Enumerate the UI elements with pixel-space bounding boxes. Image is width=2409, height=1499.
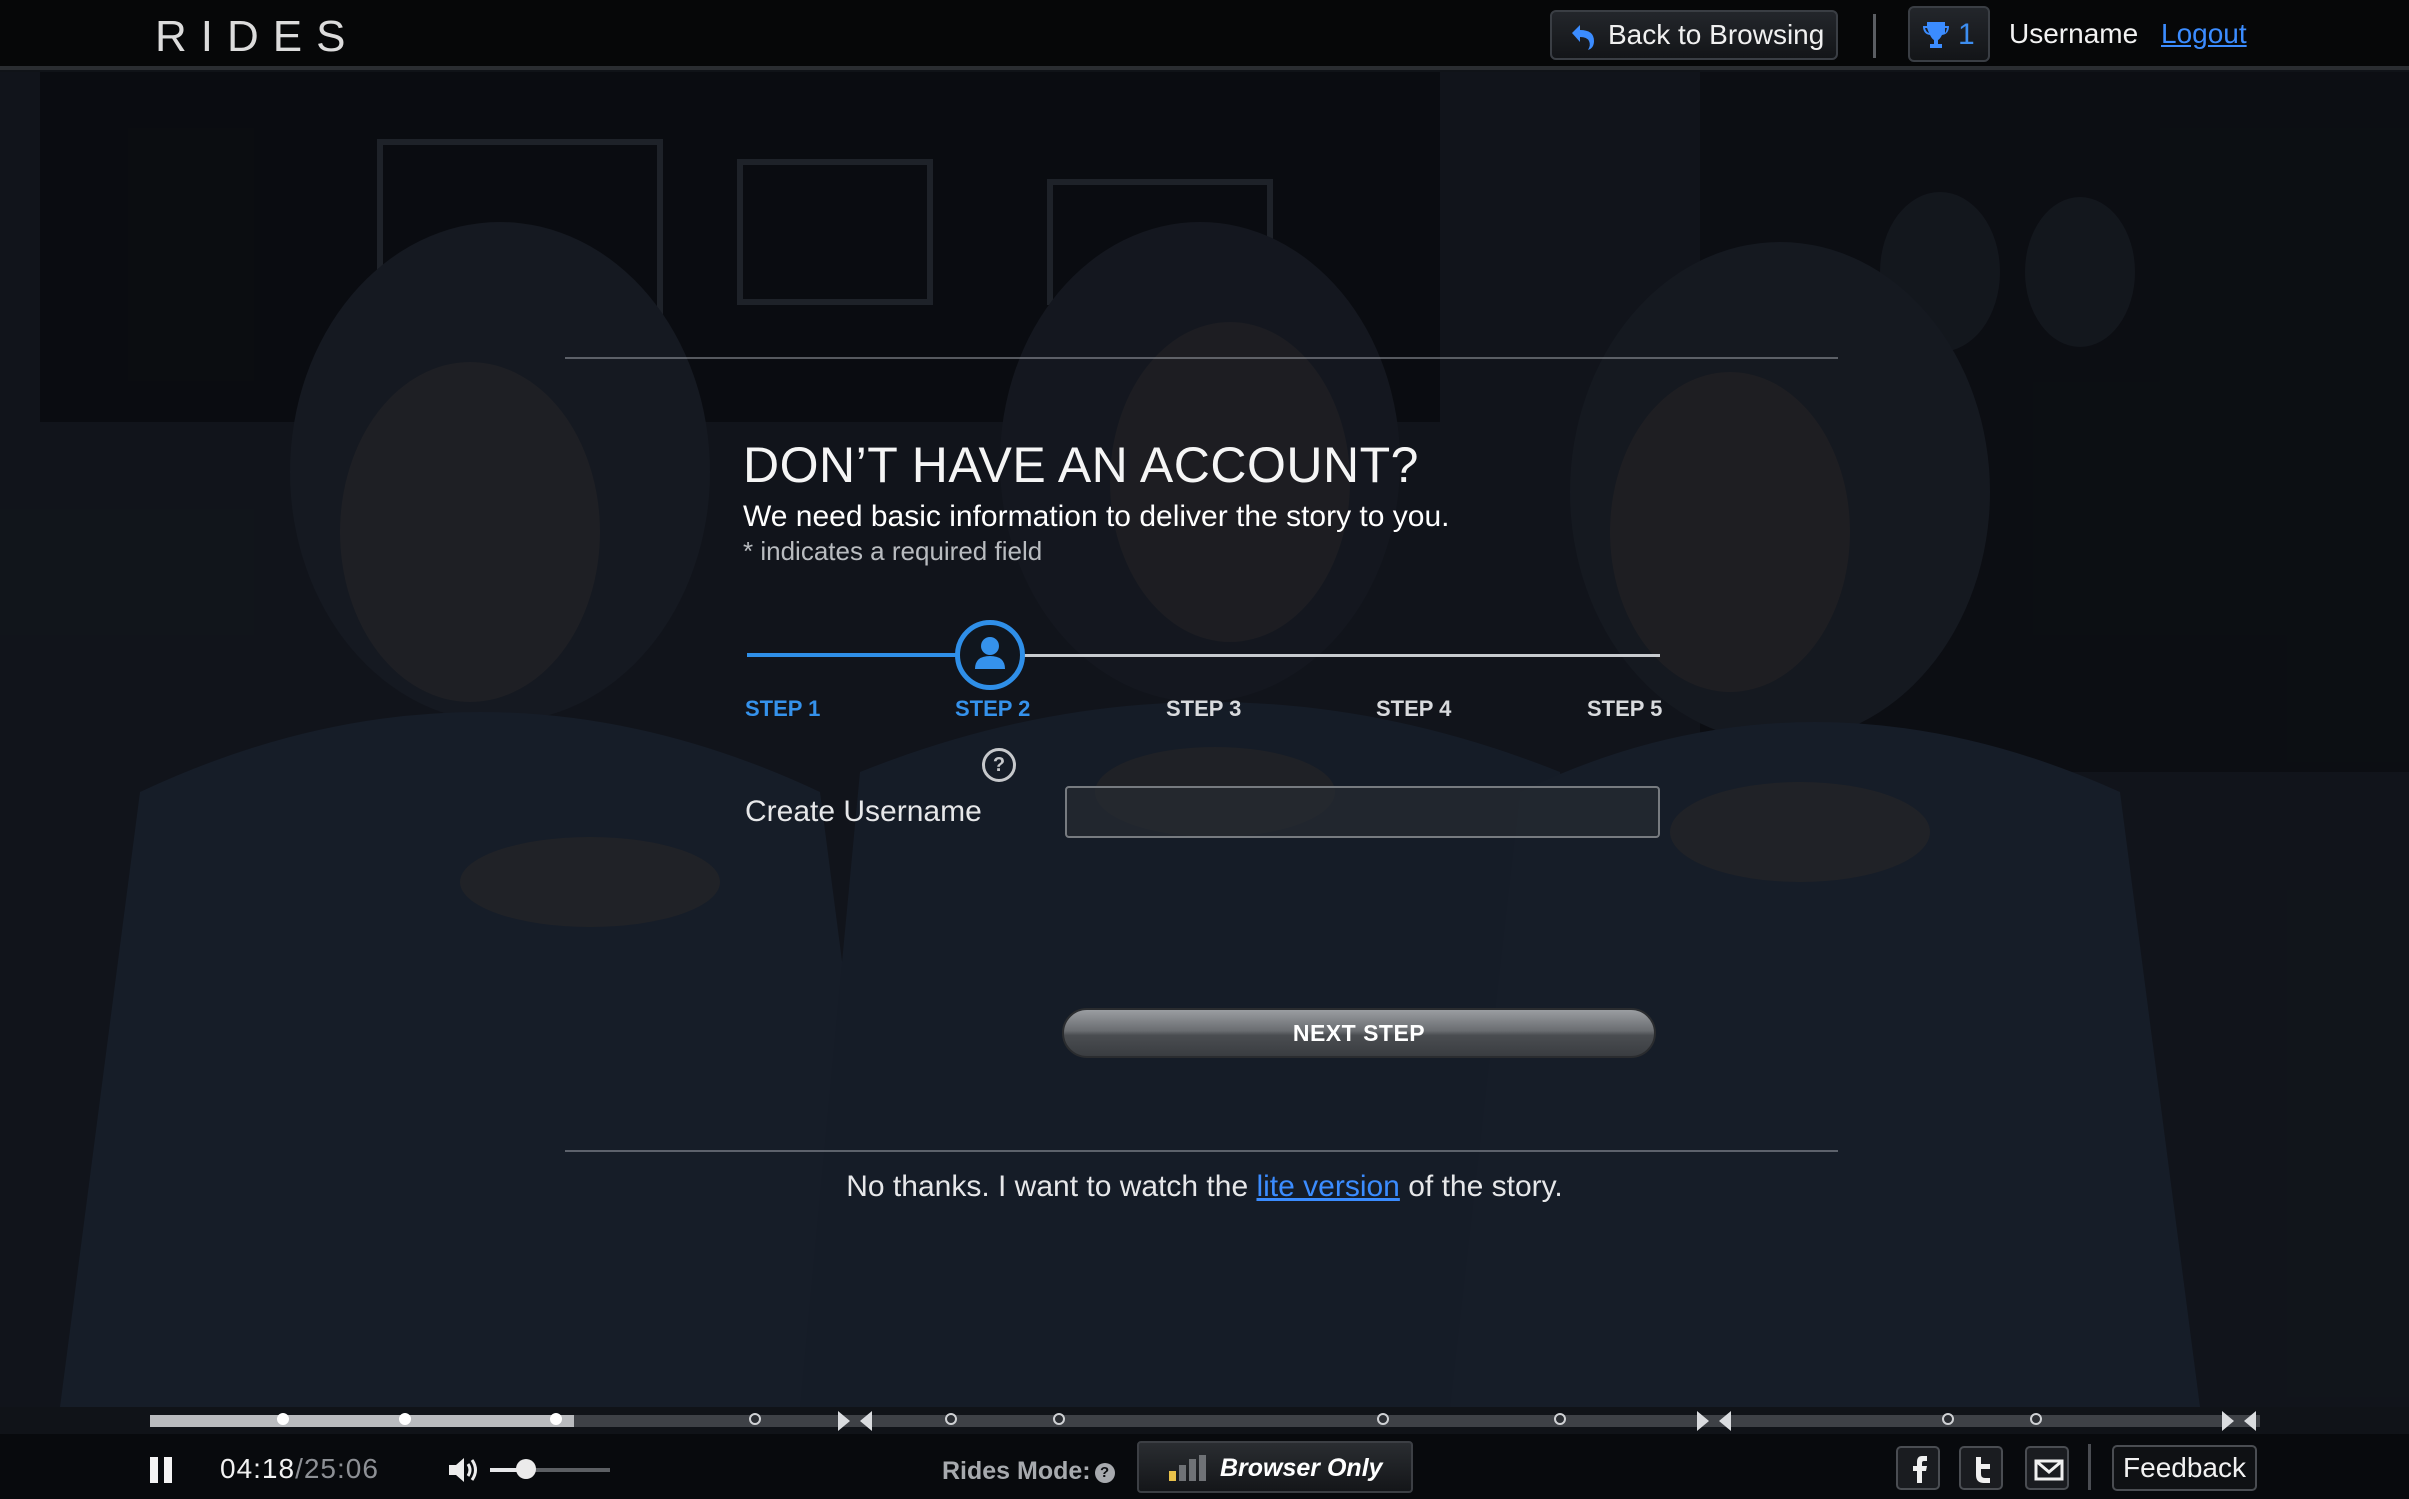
- email-icon: [2034, 1459, 2064, 1481]
- rides-mode-label: Rides Mode:?: [942, 1457, 1115, 1486]
- facebook-share-button[interactable]: [1896, 1446, 1940, 1490]
- chapter-marker[interactable]: [277, 1413, 289, 1425]
- lite-version-link[interactable]: lite version: [1256, 1170, 1399, 1203]
- current-time: 04:18: [220, 1453, 296, 1484]
- time-display: 04:18/25:06: [220, 1453, 379, 1485]
- create-username-label: Create Username: [745, 795, 982, 828]
- help-icon[interactable]: ?: [982, 748, 1016, 782]
- facebook-icon: [1913, 1456, 1927, 1483]
- twitter-share-button[interactable]: [1959, 1446, 2003, 1490]
- chapter-marker[interactable]: [550, 1413, 562, 1425]
- segment-start-arrow-icon: [860, 1411, 872, 1431]
- chapter-marker[interactable]: [945, 1413, 957, 1425]
- trophy-icon: [1923, 22, 1949, 48]
- lite-prefix: No thanks. I want to watch the: [846, 1170, 1257, 1203]
- username-display: Username: [2009, 18, 2139, 49]
- top-divider: [565, 357, 1838, 359]
- twitter-icon: [1976, 1457, 1990, 1483]
- required-field-note: * indicates a required field: [743, 536, 1043, 566]
- chapter-marker[interactable]: [1942, 1413, 1954, 1425]
- step-4-label: STEP 4: [1376, 696, 1452, 721]
- segment-start-arrow-icon: [2244, 1411, 2256, 1431]
- step-3-label: STEP 3: [1166, 696, 1242, 721]
- back-arrow-icon: [1572, 25, 1594, 50]
- email-share-button[interactable]: [2025, 1446, 2069, 1490]
- total-time: /25:06: [295, 1453, 379, 1484]
- step-1-label: STEP 1: [745, 696, 821, 721]
- user-icon: [975, 637, 1005, 669]
- pause-icon[interactable]: [150, 1457, 174, 1483]
- chapter-marker[interactable]: [1053, 1413, 1065, 1425]
- segment-end-arrow-icon: [838, 1411, 850, 1431]
- current-step-marker: [955, 620, 1025, 690]
- chapter-marker[interactable]: [1554, 1413, 1566, 1425]
- feedback-button[interactable]: Feedback: [2112, 1445, 2257, 1491]
- username-input[interactable]: [1065, 786, 1660, 838]
- chapter-marker[interactable]: [2030, 1413, 2042, 1425]
- background-dim-overlay: [0, 72, 2409, 1407]
- rides-mode-help-icon[interactable]: ?: [1094, 1463, 1115, 1483]
- segment-start-arrow-icon: [1719, 1411, 1731, 1431]
- next-step-button[interactable]: NEXT STEP: [1062, 1008, 1656, 1058]
- browser-only-mode-button[interactable]: Browser Only: [1137, 1441, 1413, 1493]
- step-2-label: STEP 2: [955, 696, 1031, 721]
- control-bar-divider: [2088, 1444, 2091, 1490]
- top-bar: RIDES Back to Browsing 1 Username Logout: [0, 0, 2409, 70]
- playback-timeline[interactable]: [150, 1410, 2260, 1432]
- chapter-marker[interactable]: [399, 1413, 411, 1425]
- mode-button-label: Browser Only: [1220, 1454, 1383, 1482]
- rides-mode-text: Rides Mode:: [942, 1457, 1091, 1485]
- header-divider: [1873, 14, 1876, 58]
- segment-end-arrow-icon: [2222, 1411, 2234, 1431]
- page-title: DON’T HAVE AN ACCOUNT?: [743, 437, 1419, 493]
- trophy-count: 1: [1958, 18, 1975, 51]
- trophy-button[interactable]: 1: [1908, 6, 1990, 62]
- segment-end-arrow-icon: [1697, 1411, 1709, 1431]
- volume-icon[interactable]: [447, 1456, 481, 1484]
- progress-line-remaining: [1022, 654, 1660, 657]
- chapter-marker[interactable]: [749, 1413, 761, 1425]
- timeline-played: [150, 1415, 574, 1427]
- signal-bars-icon: [1169, 1455, 1206, 1481]
- chapter-marker[interactable]: [1377, 1413, 1389, 1425]
- lite-version-text: No thanks. I want to watch the lite vers…: [0, 1170, 2409, 1204]
- volume-slider-handle[interactable]: [516, 1459, 536, 1479]
- logout-link[interactable]: Logout: [2161, 18, 2247, 50]
- bottom-divider: [565, 1150, 1838, 1152]
- page-subtitle: We need basic information to deliver the…: [743, 500, 1450, 533]
- progress-line-completed: [747, 653, 957, 657]
- back-to-browsing-button[interactable]: Back to Browsing: [1550, 10, 1838, 60]
- lite-suffix: of the story.: [1399, 1170, 1563, 1203]
- step-5-label: STEP 5: [1587, 696, 1663, 721]
- back-to-browsing-label: Back to Browsing: [1608, 19, 1825, 50]
- rides-logo: RIDES: [155, 12, 360, 61]
